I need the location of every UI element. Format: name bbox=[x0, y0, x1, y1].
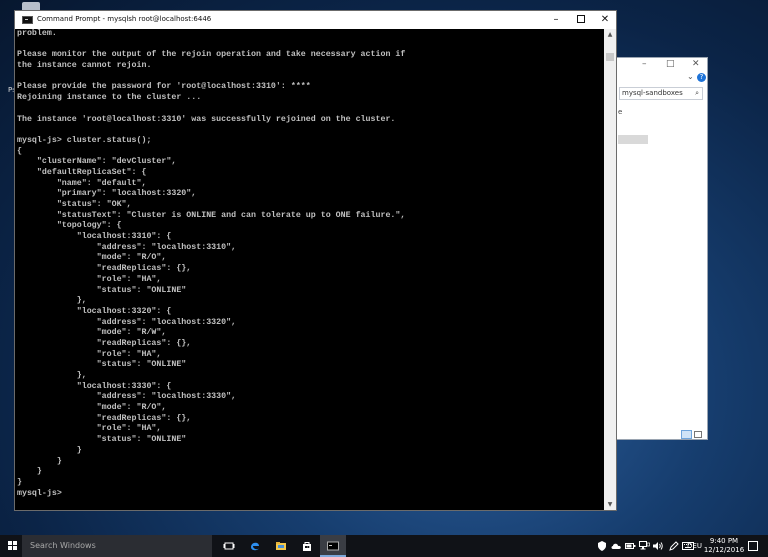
console-line: { bbox=[17, 146, 22, 156]
edge-icon[interactable] bbox=[242, 535, 268, 557]
console-line: Rejoining instance to the cluster ... bbox=[17, 93, 202, 103]
console-line: "address": "localhost:3320", bbox=[17, 317, 237, 327]
close-button[interactable]: ✕ bbox=[692, 59, 700, 69]
taskbar-clock[interactable]: 9:40 PM 12/12/2016 bbox=[702, 537, 746, 555]
console-line: "readReplicas": {}, bbox=[17, 338, 192, 348]
console-line: "status": "OK", bbox=[17, 200, 132, 209]
console-line: "readReplicas": {}, bbox=[17, 264, 192, 274]
console-line: } bbox=[17, 467, 42, 477]
language-label[interactable]: DEU bbox=[687, 535, 702, 557]
windows-start-icon[interactable] bbox=[8, 541, 18, 551]
console-line: }, bbox=[17, 371, 87, 380]
console-line: "address": "localhost:3330", bbox=[17, 392, 237, 402]
console-line: } bbox=[17, 477, 22, 487]
console-line: "name": "default", bbox=[17, 178, 147, 188]
minimize-button[interactable]: – bbox=[642, 59, 647, 69]
command-prompt-window[interactable]: Command Prompt - mysqlsh root@localhost:… bbox=[14, 10, 617, 511]
shield-icon[interactable] bbox=[597, 541, 607, 551]
console-line: "localhost:3310": { bbox=[17, 232, 172, 242]
command-prompt-icon bbox=[327, 541, 339, 551]
file-explorer-icon[interactable] bbox=[268, 535, 294, 557]
command-prompt-taskbar-button[interactable] bbox=[320, 535, 346, 557]
console-line: "clusterName": "devCluster", bbox=[17, 157, 177, 167]
action-center-icon[interactable] bbox=[748, 541, 758, 551]
task-view-icon[interactable] bbox=[216, 535, 242, 557]
clock-time: 9:40 PM bbox=[709, 537, 739, 545]
console-line: mysql-js> bbox=[17, 488, 67, 498]
console-line: "role": "HA", bbox=[17, 274, 162, 284]
explorer-column-fragment: e bbox=[618, 108, 623, 116]
chevron-down-icon[interactable]: ⌄ bbox=[687, 72, 694, 81]
console-line: The instance 'root@localhost:3310' was s… bbox=[17, 114, 396, 124]
search-icon[interactable]: ⌕ bbox=[695, 88, 699, 99]
maximize-button[interactable]: □ bbox=[666, 59, 675, 69]
vertical-scrollbar[interactable]: ▲ ▼ bbox=[604, 29, 616, 510]
console-line: "role": "HA", bbox=[17, 349, 162, 359]
large-icons-view-icon[interactable] bbox=[694, 431, 702, 438]
scroll-down-icon[interactable]: ▼ bbox=[604, 499, 616, 510]
console-line: "localhost:3330": { bbox=[17, 381, 172, 391]
console-line: "status": "ONLINE" bbox=[17, 285, 187, 295]
console-line: "address": "localhost:3310", bbox=[17, 242, 237, 252]
volume-icon[interactable] bbox=[653, 541, 664, 551]
clock-date: 12/12/2016 bbox=[703, 546, 745, 554]
console-line: "primary": "localhost:3320", bbox=[17, 189, 197, 199]
maximize-icon bbox=[577, 15, 585, 23]
console-output[interactable]: problem. Please monitor the output of the… bbox=[17, 29, 604, 510]
battery-icon[interactable] bbox=[625, 542, 636, 550]
file-explorer-window[interactable]: – □ ✕ ⌄ ? mysql-sandboxes ⌕ e bbox=[616, 57, 708, 440]
help-icon[interactable]: ? bbox=[697, 73, 706, 82]
taskbar-search-input[interactable]: Search Windows bbox=[22, 535, 212, 557]
console-line: } bbox=[17, 445, 82, 455]
scroll-thumb[interactable] bbox=[606, 53, 614, 61]
console-line: "defaultReplicaSet": { bbox=[17, 167, 147, 177]
console-line: "status": "ONLINE" bbox=[17, 360, 187, 370]
explorer-search-box[interactable]: mysql-sandboxes ⌕ bbox=[619, 87, 703, 100]
maximize-button[interactable] bbox=[568, 12, 594, 28]
console-line: Please provide the password for 'root@lo… bbox=[17, 82, 311, 92]
console-line: "role": "HA", bbox=[17, 424, 162, 434]
console-line: "statusText": "Cluster is ONLINE and can… bbox=[17, 210, 406, 220]
search-location-text: mysql-sandboxes bbox=[622, 89, 683, 97]
view-toggle[interactable] bbox=[681, 430, 703, 439]
command-prompt-icon bbox=[22, 16, 33, 24]
scroll-up-icon[interactable]: ▲ bbox=[604, 29, 616, 40]
network-icon[interactable] bbox=[639, 541, 650, 551]
store-icon[interactable] bbox=[294, 535, 320, 557]
console-line: "topology": { bbox=[17, 221, 122, 231]
pen-icon[interactable] bbox=[669, 541, 679, 551]
explorer-selected-item[interactable] bbox=[618, 135, 648, 144]
console-line: mysql-js> cluster.status(); bbox=[17, 135, 152, 145]
console-line: "localhost:3320": { bbox=[17, 306, 172, 316]
cmd-titlebar[interactable]: Command Prompt - mysqlsh root@localhost:… bbox=[15, 11, 616, 29]
close-button[interactable]: ✕ bbox=[592, 12, 618, 28]
console-line: problem. bbox=[17, 29, 57, 38]
console-line: "mode": "R/W", bbox=[17, 328, 167, 338]
console-line: Please monitor the output of the rejoin … bbox=[17, 50, 406, 60]
console-line: } bbox=[17, 456, 62, 466]
console-line: the instance cannot rejoin. bbox=[17, 61, 152, 71]
console-line: "mode": "R/O", bbox=[17, 253, 167, 263]
console-line: "mode": "R/O", bbox=[17, 403, 167, 413]
taskbar: Search Windows DEU 9:40 PM 12/12/2016 bbox=[0, 535, 768, 557]
console-line: }, bbox=[17, 296, 87, 306]
console-line: "status": "ONLINE" bbox=[17, 435, 187, 445]
explorer-titlebar: – □ ✕ bbox=[617, 58, 707, 72]
window-title: Command Prompt - mysqlsh root@localhost:… bbox=[37, 15, 212, 23]
details-view-icon[interactable] bbox=[681, 430, 692, 439]
minimize-button[interactable]: – bbox=[543, 12, 569, 28]
console-line: "readReplicas": {}, bbox=[17, 413, 192, 423]
cloud-icon[interactable] bbox=[611, 542, 622, 550]
explorer-ribbon-row: ⌄ ? bbox=[617, 72, 707, 84]
